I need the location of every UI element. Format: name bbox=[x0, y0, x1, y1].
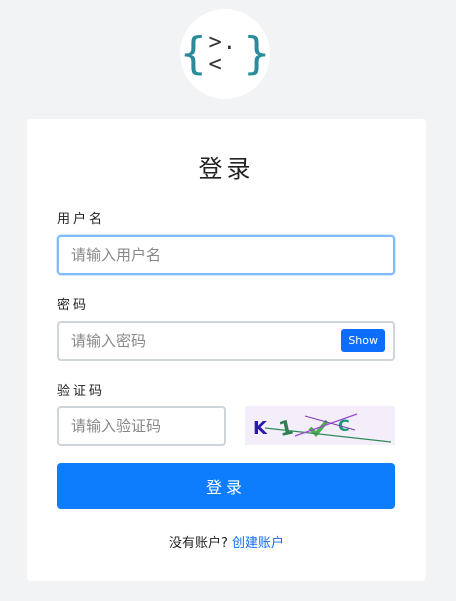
captcha-label: 验证码 bbox=[57, 384, 106, 399]
signup-prompt: 没有账户? 创建账户 bbox=[27, 532, 426, 551]
password-label: 密码 bbox=[57, 298, 90, 313]
page-title: 登录 bbox=[198, 155, 255, 183]
create-account-link[interactable]: 创建账户 bbox=[232, 536, 284, 551]
signup-prompt-text: 没有账户? bbox=[168, 536, 228, 551]
logo-left-brace: { bbox=[180, 28, 207, 79]
captcha-image[interactable]: K 1 C bbox=[245, 406, 395, 445]
site-logo: { >.< } bbox=[180, 9, 270, 99]
logo-face: >.< bbox=[208, 30, 237, 77]
login-card: 登录 用户名 密码 Show 验证码 K 1 C 登录 没有账户? 创建账户 bbox=[27, 119, 426, 581]
username-input[interactable] bbox=[57, 235, 395, 275]
captcha-char-2: 1 bbox=[277, 415, 296, 441]
username-label: 用户名 bbox=[57, 212, 106, 227]
captcha-input[interactable] bbox=[57, 406, 226, 446]
logo-right-brace: } bbox=[243, 28, 271, 79]
password-field-wrapper: Show bbox=[57, 321, 395, 361]
show-password-button[interactable]: Show bbox=[341, 329, 385, 352]
login-submit-button[interactable]: 登录 bbox=[57, 463, 395, 509]
